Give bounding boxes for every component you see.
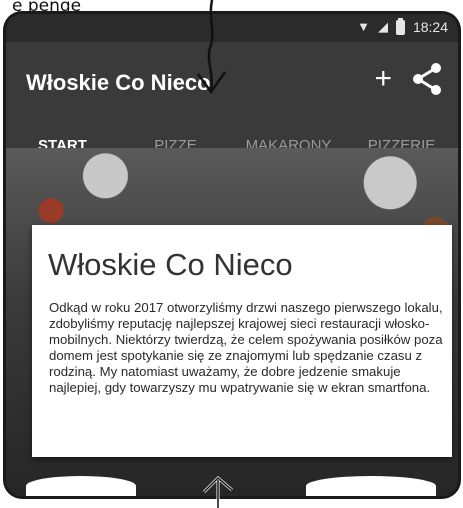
food-background: Włoskie Co Nieco Odkąd w roku 2017 otwor… [6,148,458,496]
share-icon[interactable] [412,62,442,96]
status-bar: ▼ ◢ 18:24 [6,14,458,42]
intro-card: Włoskie Co Nieco Odkąd w roku 2017 otwor… [32,225,452,457]
hand-drawn-shape [26,476,136,496]
arrow-up-icon [202,475,233,508]
card-title: Włoskie Co Nieco [48,247,293,282]
battery-icon [395,17,405,35]
card-text: Odkąd w roku 2017 otworzyliśmy drzwi nas… [49,300,443,396]
app-bar: Włoskie Co Nieco + START PIZZE MAKARONY … [6,42,458,154]
signal-icon: ◢ [377,19,388,34]
add-button[interactable]: + [374,64,392,94]
phone-screen: ▼ ◢ 18:24 Włoskie Co Nieco + START PIZZE… [6,14,458,496]
app-title: Włoskie Co Nieco [26,70,211,95]
hand-drawn-shape [306,476,436,496]
status-time: 18:24 [412,19,448,35]
arrow-down-icon [196,0,227,95]
wifi-icon: ▼ [357,19,370,34]
